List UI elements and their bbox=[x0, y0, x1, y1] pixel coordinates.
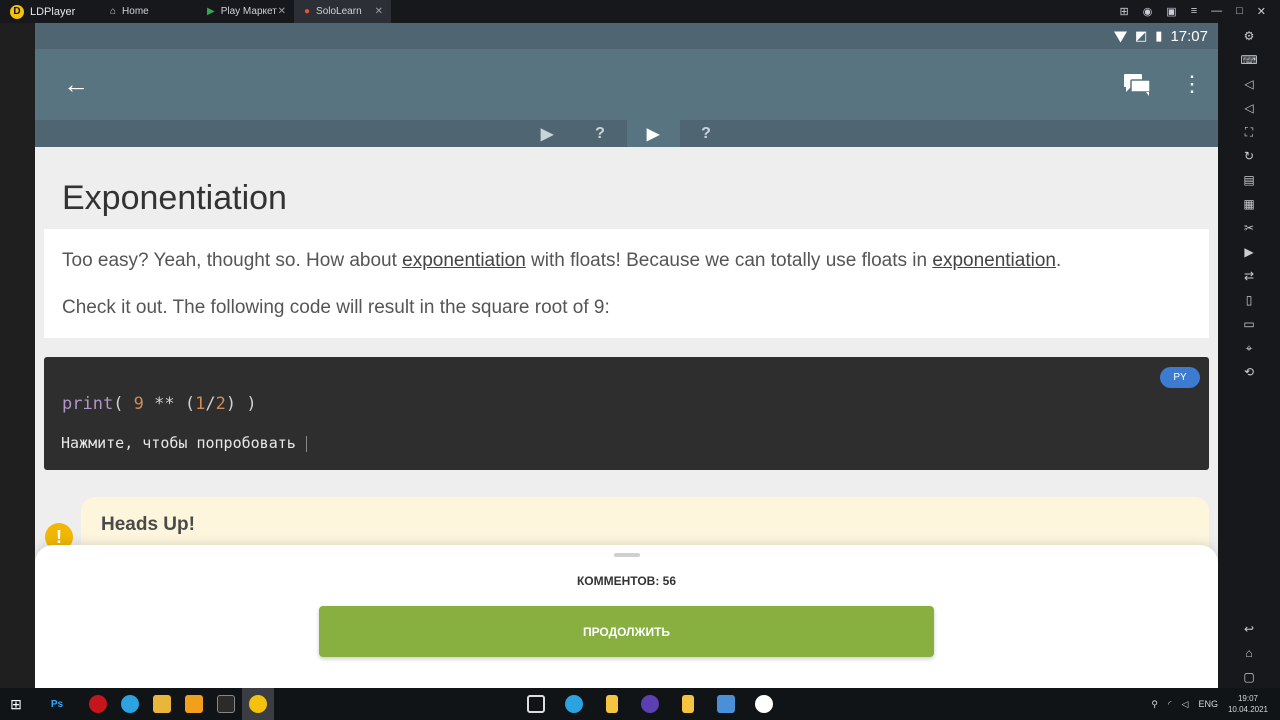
screenshot-icon[interactable]: ⛶ bbox=[1238, 121, 1260, 143]
lesson-tab-4[interactable]: ? bbox=[680, 120, 733, 147]
heads-up-title: Heads Up! bbox=[101, 514, 195, 535]
app-bar: ← ⋮ bbox=[35, 49, 1218, 120]
try-it-button[interactable]: Нажмите, чтобы попробовать bbox=[61, 434, 307, 452]
multi-instance-icon[interactable]: ⟲ bbox=[1238, 361, 1260, 383]
telegram-tray-icon[interactable] bbox=[558, 688, 590, 720]
tab-play-market-label: Play Маркет bbox=[220, 6, 277, 17]
location-icon[interactable]: ⌖ bbox=[1238, 337, 1260, 359]
antivirus-icon[interactable] bbox=[634, 688, 666, 720]
ldplayer-logo-icon: D bbox=[10, 4, 24, 19]
lesson-paragraph-1: Too easy? Yeah, thought so. How about ex… bbox=[62, 250, 1062, 271]
windows-taskbar: ⊞ Ps ⚲ ◜ ◁ ENG 19:07 10.04.2021 bbox=[0, 688, 1280, 720]
lesson-text-card: Too easy? Yeah, thought so. How about ex… bbox=[44, 229, 1209, 338]
laptop-icon[interactable] bbox=[710, 688, 742, 720]
sololearn-icon: ● bbox=[304, 6, 311, 17]
taskbar-pinned-center bbox=[520, 688, 780, 720]
android-screen: ◩ ▮ 17:07 ← ⋮ ▶ ? ▶ ? Exponentiation Too… bbox=[35, 23, 1218, 688]
tab-play-market[interactable]: ▶ Play Маркет ✕ bbox=[197, 0, 294, 23]
tab-home[interactable]: ⌂ Home bbox=[100, 0, 197, 23]
android-status-bar: ◩ ▮ 17:07 bbox=[35, 23, 1218, 49]
lesson-tab-2[interactable]: ? bbox=[574, 120, 627, 147]
language-badge: PY bbox=[1160, 367, 1200, 388]
desktop-icon[interactable] bbox=[520, 688, 552, 720]
emulator-brand: D LDPlayer bbox=[0, 4, 100, 19]
speaker-icon[interactable]: ◁ bbox=[1182, 699, 1189, 710]
language-indicator[interactable]: ENG bbox=[1198, 699, 1218, 709]
opera-icon[interactable] bbox=[82, 688, 114, 720]
home-icon: ⌂ bbox=[110, 6, 117, 17]
yandex-browser-icon[interactable] bbox=[748, 688, 780, 720]
system-tray: ⚲ ◜ ◁ ENG 19:07 10.04.2021 bbox=[1151, 688, 1268, 720]
folder-tray-icon[interactable] bbox=[672, 688, 704, 720]
code-line: print( 9 ** (1/2) ) bbox=[62, 394, 257, 414]
continue-button[interactable]: ПРОДОЛЖИТЬ bbox=[319, 606, 934, 657]
android-recents-icon[interactable]: ▢ bbox=[1238, 666, 1260, 688]
tab-sololearn-label: SoloLearn bbox=[316, 6, 362, 17]
code-block[interactable]: PY print( 9 ** (1/2) ) Нажмите, чтобы по… bbox=[44, 357, 1209, 470]
lesson-progress-tabs: ▶ ? ▶ ? bbox=[35, 120, 1218, 147]
install-apk-icon[interactable]: ▤ bbox=[1238, 169, 1260, 191]
close-icon[interactable]: ✕ bbox=[1257, 5, 1266, 18]
volume-up-icon[interactable]: ◁ bbox=[1238, 73, 1260, 95]
android-home-icon[interactable]: ⌂ bbox=[1238, 642, 1260, 664]
ldplayer-taskbar-icon[interactable] bbox=[242, 688, 274, 720]
folder-icon[interactable]: ▭ bbox=[1238, 313, 1260, 335]
lesson-tab-1[interactable]: ▶ bbox=[521, 120, 574, 147]
play-store-icon: ▶ bbox=[207, 6, 215, 17]
lesson-tab-3[interactable]: ▶ bbox=[626, 120, 680, 147]
sublime-icon[interactable] bbox=[178, 688, 210, 720]
window-controls: ⊞ ◉ ▣ ≡ — □ ✕ bbox=[1119, 5, 1280, 18]
clock[interactable]: 19:07 10.04.2021 bbox=[1228, 693, 1268, 715]
tab-sololearn[interactable]: ● SoloLearn ✕ bbox=[294, 0, 391, 23]
sync-icon[interactable]: ⇄ bbox=[1238, 265, 1260, 287]
comments-count[interactable]: КОММЕНТОВ: 56 bbox=[35, 574, 1218, 588]
bottom-sheet: КОММЕНТОВ: 56 ПРОДОЛЖИТЬ bbox=[35, 545, 1218, 688]
android-back-icon[interactable]: ↩ bbox=[1238, 618, 1260, 640]
comments-icon[interactable] bbox=[1124, 74, 1150, 96]
sheet-drag-handle[interactable] bbox=[614, 553, 640, 557]
tab-home-label: Home bbox=[122, 6, 149, 17]
people-icon[interactable]: ⚲ bbox=[1151, 699, 1158, 710]
minimize-icon[interactable]: — bbox=[1211, 5, 1222, 18]
photoshop-icon[interactable]: Ps bbox=[32, 688, 82, 720]
gamepad-icon[interactable]: ⊞ bbox=[1119, 5, 1128, 18]
windows-start-icon[interactable]: ⊞ bbox=[0, 688, 32, 720]
record-icon[interactable]: ▶ bbox=[1238, 241, 1260, 263]
volume-down-icon[interactable]: ◁ bbox=[1238, 97, 1260, 119]
battery-icon: ▮ bbox=[1155, 28, 1163, 43]
more-vert-icon[interactable]: ⋮ bbox=[1181, 73, 1203, 95]
rotate-icon[interactable]: ↻ bbox=[1238, 145, 1260, 167]
lesson-paragraph-2: Check it out. The following code will re… bbox=[62, 297, 610, 318]
emulator-brand-label: LDPlayer bbox=[30, 5, 76, 18]
notes-icon[interactable] bbox=[596, 688, 628, 720]
no-signal-icon: ◩ bbox=[1135, 28, 1148, 43]
menu-icon[interactable]: ≡ bbox=[1191, 5, 1197, 18]
scissors-icon[interactable]: ✂ bbox=[1238, 217, 1260, 239]
wifi-icon bbox=[1114, 31, 1127, 43]
emulator-titlebar: D LDPlayer ⌂ Home ▶ Play Маркет ✕ ● Solo… bbox=[0, 0, 1280, 23]
file-explorer-icon[interactable] bbox=[146, 688, 178, 720]
close-tab-icon[interactable]: ✕ bbox=[278, 6, 286, 17]
close-tab-icon[interactable]: ✕ bbox=[375, 6, 383, 17]
shake-icon[interactable]: ▯ bbox=[1238, 289, 1260, 311]
maximize-icon[interactable]: □ bbox=[1236, 5, 1243, 18]
status-time: 17:07 bbox=[1170, 27, 1208, 45]
lesson-title: Exponentiation bbox=[62, 179, 287, 217]
account-icon[interactable]: ◉ bbox=[1143, 5, 1153, 18]
glossary-link[interactable]: exponentiation bbox=[402, 250, 526, 271]
glossary-link[interactable]: exponentiation bbox=[932, 250, 1056, 271]
network-icon[interactable]: ◜ bbox=[1168, 699, 1172, 710]
terminal-icon[interactable] bbox=[210, 688, 242, 720]
clock-time: 19:07 bbox=[1237, 694, 1258, 703]
window-mode-icon[interactable]: ▣ bbox=[1166, 5, 1176, 18]
settings-icon[interactable]: ⚙ bbox=[1238, 25, 1260, 47]
clock-date: 10.04.2021 bbox=[1227, 705, 1268, 714]
emulator-toolbar: ⚙ ⌨ ◁ ◁ ⛶ ↻ ▤ ▦ ✂ ▶ ⇄ ▯ ▭ ⌖ ⟲ ↩ ⌂ ▢ bbox=[1218, 23, 1280, 688]
telegram-icon[interactable] bbox=[114, 688, 146, 720]
fps-icon[interactable]: ▦ bbox=[1238, 193, 1260, 215]
keyboard-icon[interactable]: ⌨ bbox=[1238, 49, 1260, 71]
back-arrow-icon[interactable]: ← bbox=[63, 71, 89, 97]
